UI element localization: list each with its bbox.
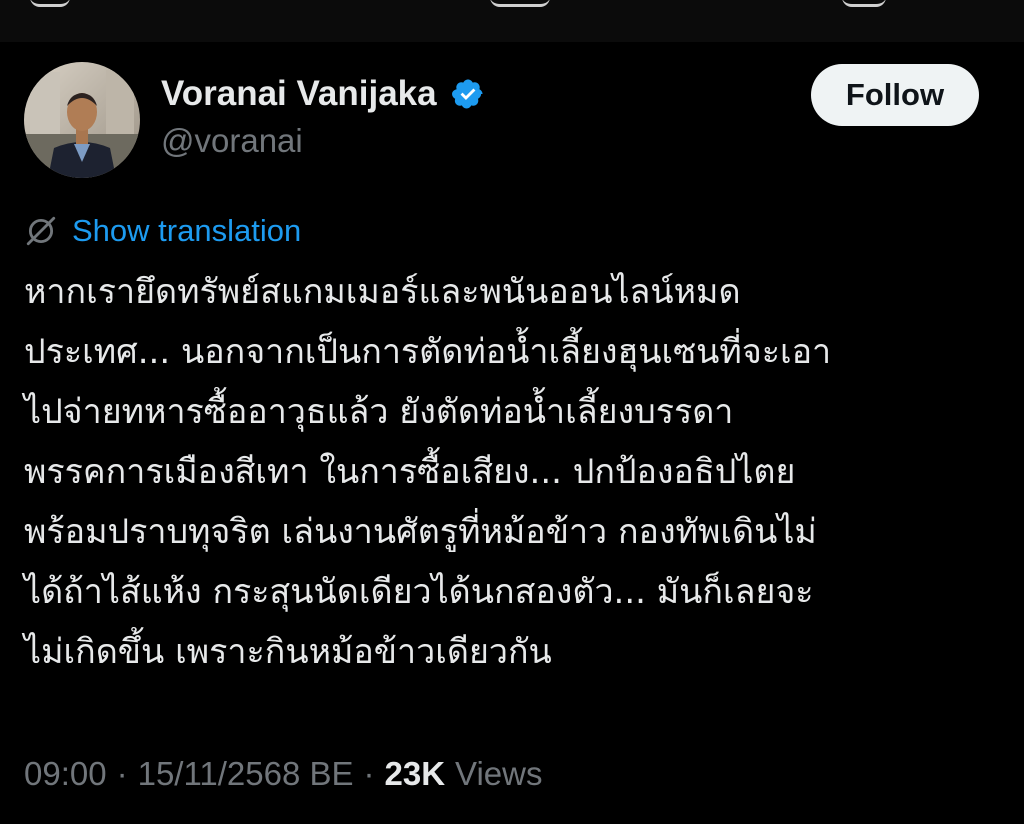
follow-button[interactable]: Follow <box>811 64 979 126</box>
tweet-date[interactable]: 15/11/2568 BE <box>138 755 354 793</box>
top-bar-icon-center <box>490 0 550 7</box>
views-label[interactable]: Views <box>455 755 542 793</box>
meta-separator: · <box>363 755 375 792</box>
views-count[interactable]: 23K <box>385 755 446 793</box>
author-name[interactable]: Voranai Vanijaka <box>161 72 485 116</box>
meta-separator: · <box>116 755 128 792</box>
top-bar-icon-left <box>30 0 70 7</box>
tweet-text: หากเรายึดทรัพย์สแกมเมอร์และพนันออนไลน์หม… <box>24 272 832 672</box>
translation-row: Show translation <box>24 210 301 252</box>
tweet-meta: 09:00 · 15/11/2568 BE · 23K Views <box>24 752 542 796</box>
globe-off-icon <box>24 214 58 248</box>
tweet-time[interactable]: 09:00 <box>24 755 107 793</box>
author-avatar[interactable] <box>24 62 140 178</box>
author-handle[interactable]: @voranai <box>161 122 303 160</box>
top-bar-icon-right <box>842 0 886 7</box>
author-display-name[interactable]: Voranai Vanijaka <box>161 74 437 114</box>
top-bar-remnant <box>0 0 1024 42</box>
show-translation-link[interactable]: Show translation <box>72 213 301 249</box>
verified-badge-icon[interactable] <box>451 77 485 111</box>
